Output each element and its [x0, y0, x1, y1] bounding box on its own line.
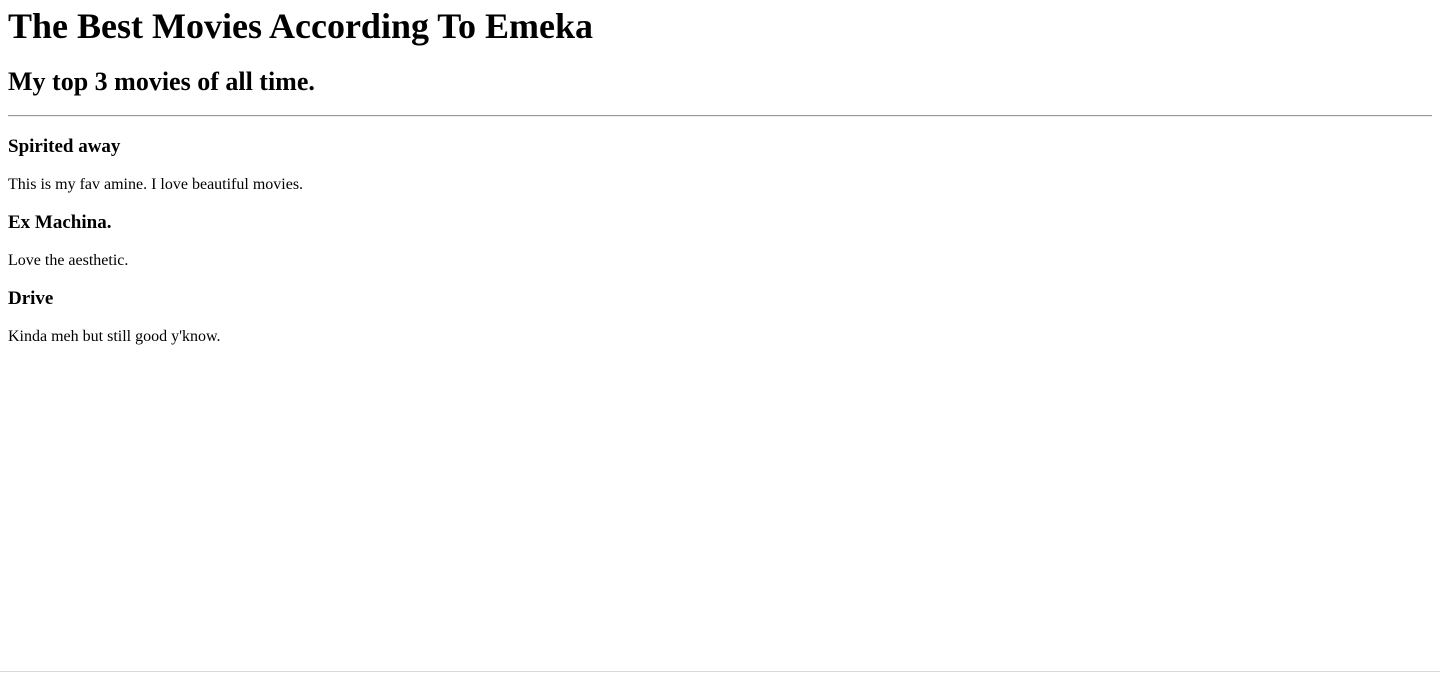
movie-title: Ex Machina. — [8, 212, 112, 233]
page: The Best Movies According To Emeka My to… — [0, 0, 1440, 672]
movie-list: Spirited away This is my fav amine. I lo… — [8, 136, 1432, 346]
page-subtitle: My top 3 movies of all time. — [8, 67, 315, 96]
movie-description: Love the aesthetic. — [8, 252, 129, 269]
movie-description: This is my fav amine. I love beautiful m… — [8, 176, 304, 193]
list-item: Drive Kinda meh but still good y'know. — [8, 288, 1432, 346]
movie-description: Kinda meh but still good y'know. — [8, 328, 221, 345]
movie-title: Spirited away — [8, 136, 121, 157]
page-title: The Best Movies According To Emeka — [8, 6, 594, 46]
list-item: Ex Machina. Love the aesthetic. — [8, 212, 1432, 270]
movie-title: Drive — [8, 288, 54, 309]
divider — [8, 115, 1432, 117]
list-item: Spirited away This is my fav amine. I lo… — [8, 136, 1432, 194]
